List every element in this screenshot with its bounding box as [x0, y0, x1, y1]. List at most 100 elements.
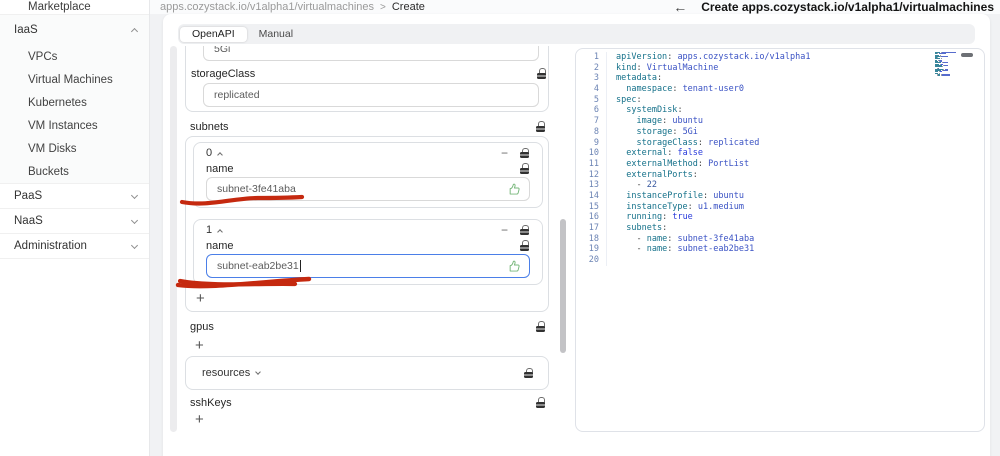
minus-icon[interactable]: −: [501, 224, 508, 236]
sidebar-item-buckets[interactable]: Buckets: [0, 160, 149, 183]
line-code: externalMethod: PortList: [606, 158, 749, 170]
sidebar: Marketplace IaaS VPCs Virtual Machines Kuber…: [0, 0, 150, 456]
line-code: namespace: tenant-user0: [606, 84, 744, 95]
form-scrollbar-thumb[interactable]: [560, 219, 566, 353]
sidebar-item-marketplace[interactable]: Marketplace: [0, 0, 149, 15]
editor-line: 19 - name: subnet-eab2be31: [576, 244, 984, 256]
editor-lines[interactable]: 1 apiVersion: apps.cozystack.io/v1alpha1 2…: [576, 49, 984, 266]
editor-line: 20: [576, 255, 984, 266]
editor-line: 11 externalMethod: PortList: [576, 158, 984, 170]
tab-openapi[interactable]: OpenAPI: [180, 26, 247, 42]
create-form-card: OpenAPI Manual 5Gi storageClass replicat…: [163, 14, 990, 456]
line-code: - name: subnet-eab2be31: [606, 244, 754, 256]
sidebar-item-kubernetes[interactable]: Kubernetes: [0, 91, 149, 114]
chevron-up-icon[interactable]: [217, 151, 223, 158]
chevron-up-icon[interactable]: [217, 228, 223, 235]
line-code: storageClass: replicated: [606, 137, 759, 149]
subnet-item-0-name-row: name: [206, 162, 530, 175]
chevron-down-icon[interactable]: [255, 369, 262, 375]
line-code: systemDisk:: [606, 105, 683, 117]
line-number: 18: [588, 233, 599, 244]
sidebar-group-naas: NaaS: [0, 209, 149, 234]
subnet-item-0-index[interactable]: 0: [206, 147, 212, 159]
sidebar-item-virtual-machines[interactable]: Virtual Machines: [0, 68, 149, 91]
sidebar-group-header-naas[interactable]: NaaS: [0, 209, 149, 233]
breadcrumb-resource-link[interactable]: apps.cozystack.io/v1alpha1/virtualmachin…: [160, 1, 374, 13]
sidebar-group-header-iaas[interactable]: IaaS: [0, 15, 149, 45]
line-code: apiVersion: apps.cozystack.io/v1alpha1: [606, 52, 811, 63]
sshkeys-label: sshKeys: [190, 396, 232, 409]
line-code: instanceType: u1.medium: [606, 201, 744, 213]
sidebar-group-paas: PaaS: [0, 184, 149, 209]
subnet-1-name-input[interactable]: subnet-eab2be31: [206, 254, 530, 278]
tab-manual[interactable]: Manual: [247, 27, 305, 42]
lock-icon: [536, 121, 546, 132]
subnets-array-card: 0 − name subnet-3fe41aba 1 − name subnet…: [185, 136, 549, 312]
breadcrumb-separator: >: [380, 1, 386, 13]
page-title: Create apps.cozystack.io/v1alpha1/virtua…: [701, 0, 994, 14]
sidebar-group-label: PaaS: [14, 190, 43, 202]
editor-line: 13 - 22: [576, 180, 984, 191]
main-area: apps.cozystack.io/v1alpha1/virtualmachin…: [150, 0, 1000, 456]
add-sshkey-button[interactable]: +: [195, 411, 215, 428]
storage-class-input[interactable]: replicated: [203, 83, 539, 107]
subnet-item-0-header: 0 −: [206, 146, 530, 160]
line-code: running: true: [606, 212, 693, 223]
subnet-item-1-index[interactable]: 1: [206, 224, 212, 236]
form-scrollbar-left-track[interactable]: [170, 46, 177, 432]
line-number: 6: [593, 105, 599, 116]
subnet-0-name-input[interactable]: subnet-3fe41aba: [206, 177, 530, 201]
resources-card[interactable]: resources: [185, 356, 549, 390]
openapi-form: 5Gi storageClass replicated subnets 0 − …: [177, 46, 549, 432]
sidebar-group-label: Administration: [14, 240, 87, 252]
subnet-item-0: 0 − name subnet-3fe41aba: [193, 142, 543, 208]
subnet-1-name-value: subnet-eab2be31: [217, 260, 299, 272]
header-row: apps.cozystack.io/v1alpha1/virtualmachin…: [150, 0, 1000, 14]
subnet-0-name-value: subnet-3fe41aba: [217, 183, 296, 195]
editor-line: 9 storageClass: replicated: [576, 137, 984, 149]
line-number: 14: [588, 190, 599, 201]
sshkeys-label-row: sshKeys: [190, 396, 546, 409]
sidebar-group-header-administration[interactable]: Administration: [0, 234, 149, 258]
subnets-label-row: subnets: [190, 120, 546, 133]
line-number: 10: [588, 148, 599, 159]
add-subnet-button[interactable]: +: [196, 289, 216, 307]
lock-icon: [520, 240, 530, 251]
storage-input-partial[interactable]: 5Gi: [203, 46, 539, 61]
line-number: 17: [588, 223, 599, 233]
line-number: 2: [593, 62, 599, 73]
sidebar-group-header-paas[interactable]: PaaS: [0, 184, 149, 208]
sidebar-item-vpcs[interactable]: VPCs: [0, 45, 149, 68]
line-code: - 22: [606, 180, 657, 191]
lock-icon: [537, 68, 547, 79]
form-and-editor-panes: 5Gi storageClass replicated subnets 0 − …: [163, 46, 990, 432]
editor-minimap-slider[interactable]: [961, 53, 973, 57]
line-number: 11: [588, 158, 599, 169]
content-area: OpenAPI Manual 5Gi storageClass replicat…: [150, 14, 1000, 456]
subnet-item-1-name-row: name: [206, 239, 530, 252]
editor-line: 2 kind: VirtualMachine: [576, 62, 984, 74]
resources-label: resources: [202, 367, 251, 379]
editor-line: 1 apiVersion: apps.cozystack.io/v1alpha1: [576, 52, 984, 63]
yaml-editor[interactable]: 1 apiVersion: apps.cozystack.io/v1alpha1 2…: [575, 48, 985, 432]
line-number: 9: [593, 137, 599, 148]
sidebar-group-iaas: IaaS VPCs Virtual Machines Kubernetes VM Ins…: [0, 15, 149, 184]
breadcrumb: apps.cozystack.io/v1alpha1/virtualmachin…: [160, 1, 425, 13]
editor-line: 8 storage: 5Gi: [576, 126, 984, 138]
back-arrow-icon[interactable]: ←: [673, 0, 687, 14]
lock-icon: [524, 367, 534, 379]
name-label: name: [206, 162, 234, 175]
line-code: externalPorts:: [606, 169, 698, 181]
sidebar-group-label: NaaS: [14, 215, 43, 227]
sidebar-item-vm-instances[interactable]: VM Instances: [0, 114, 149, 137]
add-gpu-button[interactable]: +: [195, 337, 215, 354]
thumbs-up-icon[interactable]: [508, 183, 521, 196]
gpus-label-row: gpus: [190, 320, 546, 333]
sidebar-group-label: IaaS: [14, 24, 38, 36]
editor-line: 5 spec:: [576, 94, 984, 106]
minus-icon[interactable]: −: [501, 147, 508, 159]
editor-line: 12 externalPorts:: [576, 169, 984, 181]
line-number: 5: [593, 94, 599, 105]
thumbs-up-icon[interactable]: [508, 260, 521, 273]
sidebar-item-vm-disks[interactable]: VM Disks: [0, 137, 149, 160]
